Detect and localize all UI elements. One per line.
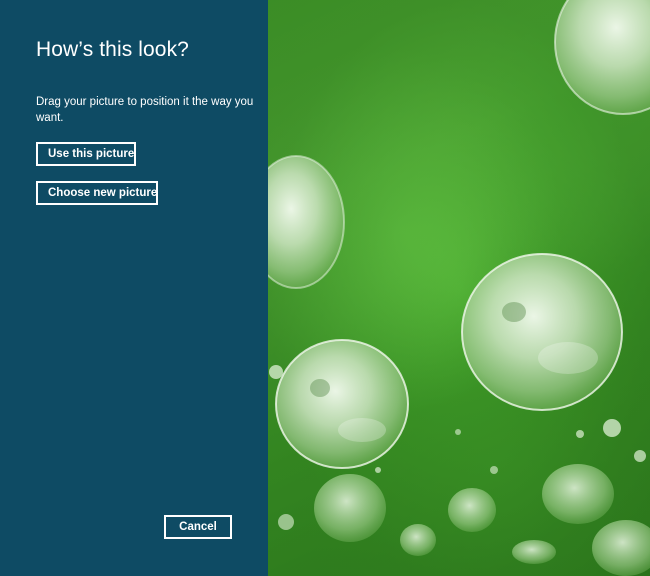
instructions-text: Drag your picture to position it the way… [36, 96, 254, 124]
left-panel: How’s this look? Drag your picture to po… [0, 0, 268, 576]
use-this-picture-button[interactable]: Use this picture [36, 142, 136, 166]
page-title: How’s this look? [36, 38, 189, 61]
cancel-button[interactable]: Cancel [164, 515, 232, 539]
choose-new-picture-button[interactable]: Choose new picture [36, 181, 158, 205]
picture-password-setup: How’s this look? Drag your picture to po… [0, 0, 650, 576]
water-droplets-image [268, 0, 650, 576]
picture-preview[interactable] [268, 0, 650, 576]
